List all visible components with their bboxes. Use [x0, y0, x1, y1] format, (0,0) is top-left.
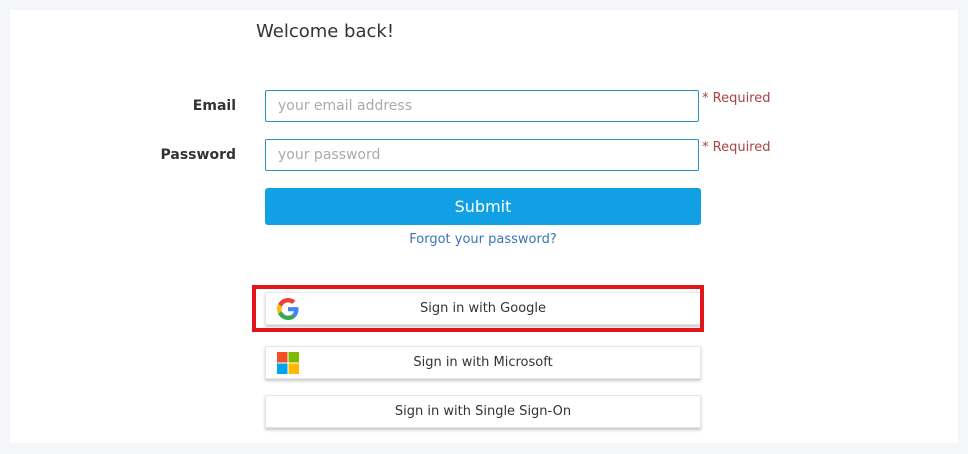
email-required-note: * Required — [702, 91, 771, 106]
email-label: Email — [192, 98, 236, 114]
sign-in-google-button[interactable]: Sign in with Google — [265, 292, 701, 325]
submit-button[interactable]: Submit — [265, 188, 701, 225]
sign-in-sso-button[interactable]: Sign in with Single Sign-On — [265, 395, 701, 428]
login-card: Welcome back! Email * Required Password … — [10, 10, 958, 443]
sign-in-sso-label: Sign in with Single Sign-On — [394, 404, 572, 419]
sign-in-microsoft-button[interactable]: Sign in with Microsoft — [265, 346, 701, 379]
password-field[interactable] — [265, 139, 699, 171]
welcome-heading: Welcome back! — [256, 21, 395, 42]
sign-in-microsoft-label: Sign in with Microsoft — [413, 355, 553, 370]
password-label: Password — [160, 147, 236, 163]
email-field[interactable] — [265, 90, 699, 122]
forgot-password-link[interactable]: Forgot your password? — [265, 232, 701, 247]
password-required-note: * Required — [702, 140, 771, 155]
sign-in-google-label: Sign in with Google — [419, 301, 547, 316]
